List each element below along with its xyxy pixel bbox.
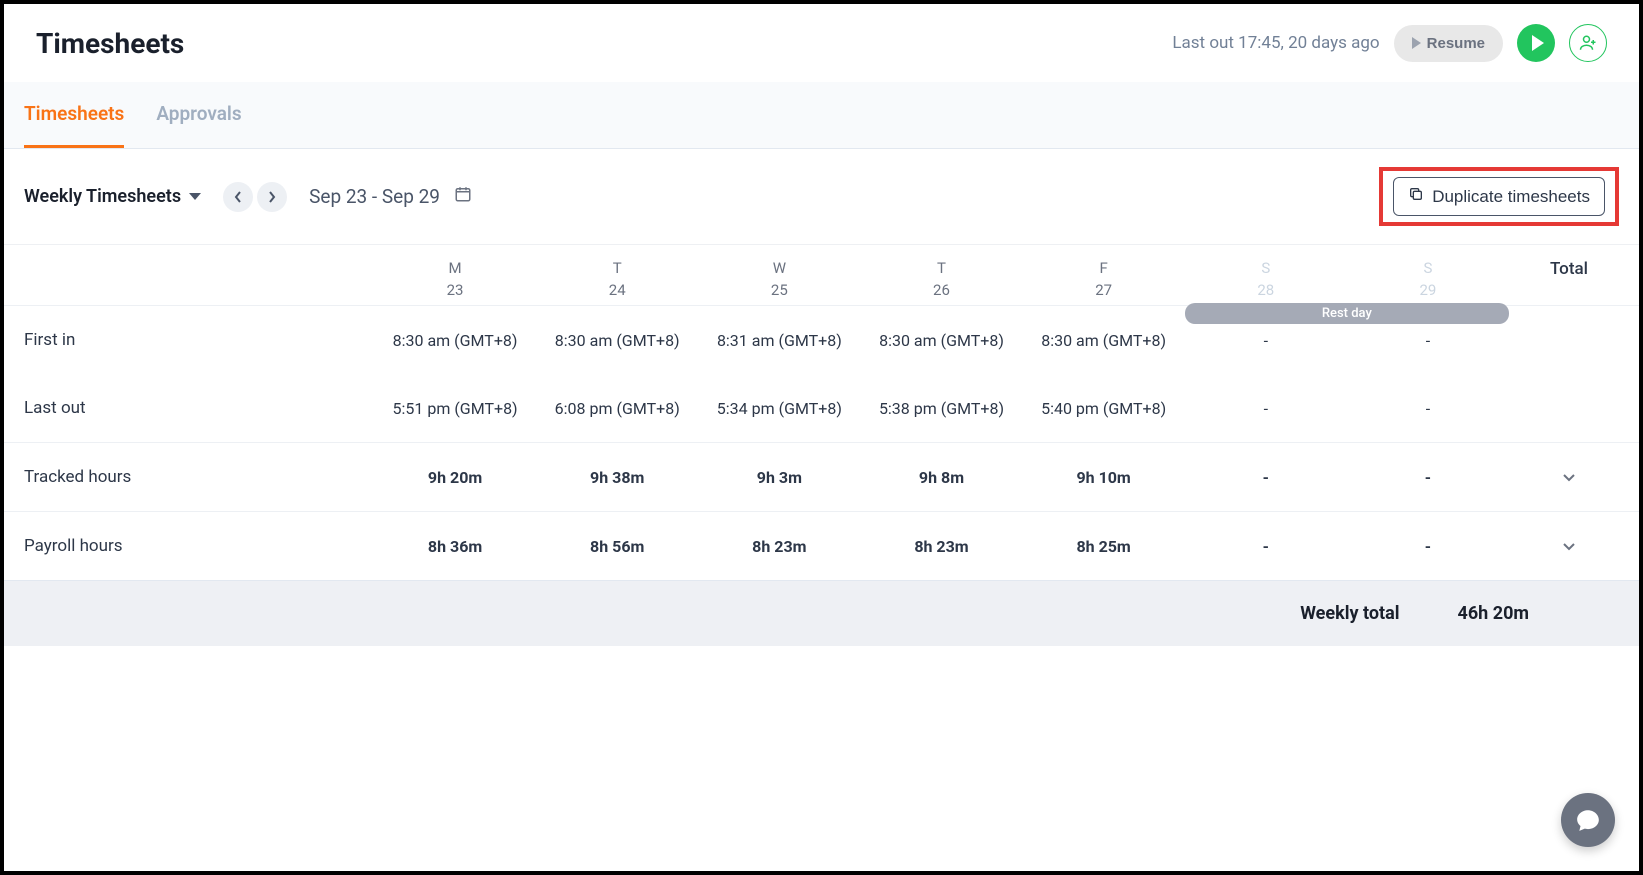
chat-icon: [1575, 807, 1601, 833]
resume-label: Resume: [1427, 35, 1485, 52]
col-total: Total: [1509, 259, 1629, 279]
timesheet-table: M23 T24 W25 T26 F27 S28 S29 Total Rest d…: [4, 245, 1639, 646]
col-tue: T24: [536, 259, 698, 299]
expand-payroll-button[interactable]: [1509, 537, 1629, 556]
cell: -: [1347, 331, 1509, 350]
chat-widget-button[interactable]: [1561, 793, 1615, 847]
cell: 5:34 pm (GMT+8): [698, 399, 860, 418]
cell: 9h 3m: [698, 468, 860, 487]
col-mon: M23: [374, 259, 536, 299]
cell: 8h 25m: [1023, 537, 1185, 556]
cell: 8h 36m: [374, 537, 536, 556]
week-nav: [223, 182, 287, 212]
cell: 8h 23m: [698, 537, 860, 556]
user-icon: [1579, 34, 1597, 52]
row-tracked-hours: Tracked hours 9h 20m 9h 38m 9h 3m 9h 8m …: [4, 442, 1639, 511]
chevron-down-icon: [189, 193, 201, 200]
col-wed: W25: [698, 259, 860, 299]
col-sun: S29: [1347, 259, 1509, 299]
cell: -: [1185, 399, 1347, 418]
cell: 8:31 am (GMT+8): [698, 331, 860, 350]
date-range-text: Sep 23 - Sep 29: [309, 185, 440, 208]
chevron-down-icon: [1562, 542, 1576, 552]
cell: 8:30 am (GMT+8): [374, 331, 536, 350]
table-header: M23 T24 W25 T26 F27 S28 S29 Total Rest d…: [4, 245, 1639, 306]
cell: -: [1347, 468, 1509, 487]
cell: 9h 20m: [374, 468, 536, 487]
row-label: Payroll hours: [14, 536, 374, 556]
cell: 5:40 pm (GMT+8): [1023, 399, 1185, 418]
calendar-icon: [454, 185, 472, 208]
cell: 5:51 pm (GMT+8): [374, 399, 536, 418]
rest-day-badge: Rest day: [1185, 303, 1509, 324]
view-label: Weekly Timesheets: [24, 186, 181, 207]
cell: -: [1347, 537, 1509, 556]
profile-button[interactable]: [1569, 24, 1607, 62]
tab-approvals[interactable]: Approvals: [156, 82, 241, 148]
cell: 5:38 pm (GMT+8): [860, 399, 1022, 418]
header-actions: Last out 17:45, 20 days ago Resume: [1172, 24, 1607, 62]
weekly-total-row: Weekly total 46h 20m: [4, 580, 1639, 646]
view-selector[interactable]: Weekly Timesheets: [24, 186, 201, 207]
controls-left: Weekly Timesheets Sep 23 - Sep 29: [24, 182, 472, 212]
duplicate-highlight: Duplicate timesheets: [1379, 167, 1619, 226]
resume-button[interactable]: Resume: [1394, 25, 1503, 62]
cell: 6:08 pm (GMT+8): [536, 399, 698, 418]
tabs: Timesheets Approvals: [4, 82, 1639, 149]
cell: 9h 8m: [860, 468, 1022, 487]
weekly-total-label: Weekly total: [1300, 603, 1399, 624]
expand-tracked-button[interactable]: [1509, 468, 1629, 487]
col-thu: T26: [860, 259, 1022, 299]
cell: -: [1185, 468, 1347, 487]
next-week-button[interactable]: [257, 182, 287, 212]
chevron-left-icon: [234, 191, 242, 203]
cell: 9h 38m: [536, 468, 698, 487]
cell: 8:30 am (GMT+8): [860, 331, 1022, 350]
row-last-out: Last out 5:51 pm (GMT+8) 6:08 pm (GMT+8)…: [4, 374, 1639, 442]
cell: -: [1185, 331, 1347, 350]
tab-timesheets[interactable]: Timesheets: [24, 82, 124, 148]
row-label: Tracked hours: [14, 467, 374, 487]
cell: 8h 23m: [860, 537, 1022, 556]
page-title: Timesheets: [36, 27, 184, 60]
col-sat: S28: [1185, 259, 1347, 299]
prev-week-button[interactable]: [223, 182, 253, 212]
cell: 9h 10m: [1023, 468, 1185, 487]
col-fri: F27: [1023, 259, 1185, 299]
last-out-status: Last out 17:45, 20 days ago: [1172, 33, 1379, 53]
row-label: First in: [14, 330, 374, 350]
row-label: Last out: [14, 398, 374, 418]
start-timer-button[interactable]: [1517, 24, 1555, 62]
controls-bar: Weekly Timesheets Sep 23 - Sep 29: [4, 149, 1639, 245]
cell: 8:30 am (GMT+8): [1023, 331, 1185, 350]
duplicate-label: Duplicate timesheets: [1432, 187, 1590, 207]
page-header: Timesheets Last out 17:45, 20 days ago R…: [4, 4, 1639, 82]
cell: -: [1185, 537, 1347, 556]
date-range[interactable]: Sep 23 - Sep 29: [309, 185, 472, 208]
play-icon: [1412, 37, 1421, 49]
chevron-right-icon: [268, 191, 276, 203]
play-icon: [1532, 35, 1544, 51]
chevron-down-icon: [1562, 473, 1576, 483]
cell: -: [1347, 399, 1509, 418]
content-area: Timesheets Approvals Weekly Timesheets S…: [4, 82, 1639, 646]
weekly-total-value: 46h 20m: [1458, 603, 1529, 624]
copy-icon: [1408, 186, 1424, 207]
row-payroll-hours: Payroll hours 8h 36m 8h 56m 8h 23m 8h 23…: [4, 511, 1639, 580]
cell: 8:30 am (GMT+8): [536, 331, 698, 350]
cell: 8h 56m: [536, 537, 698, 556]
duplicate-timesheets-button[interactable]: Duplicate timesheets: [1393, 177, 1605, 216]
